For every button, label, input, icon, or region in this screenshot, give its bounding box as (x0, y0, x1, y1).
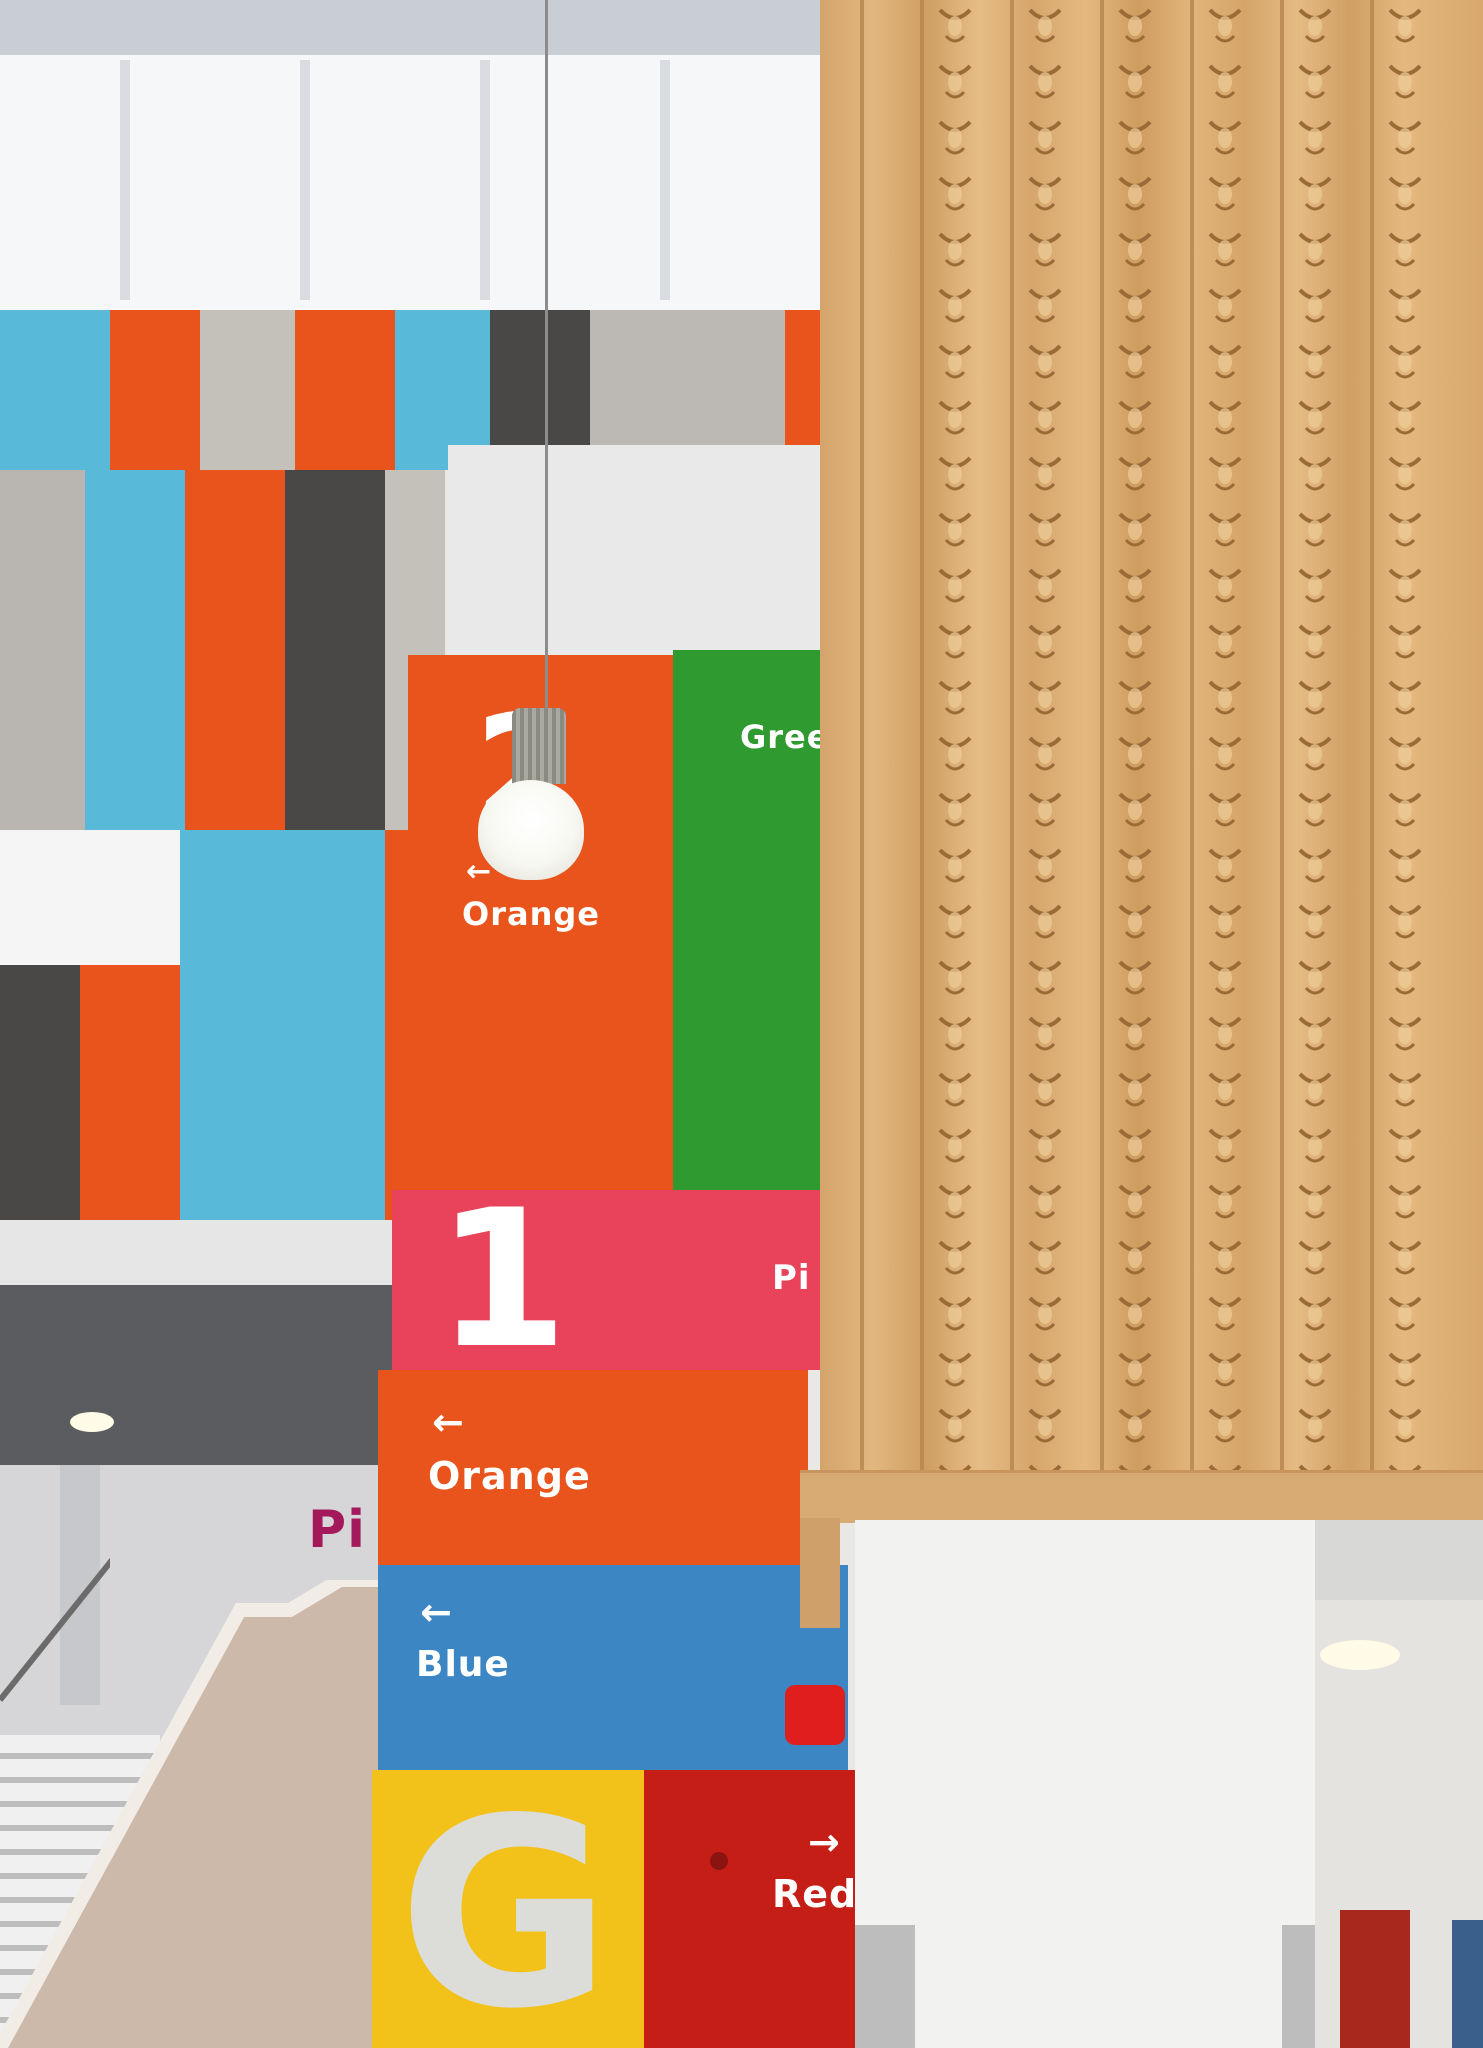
ceiling-light (1320, 1640, 1400, 1670)
pillar-base (1282, 1925, 1315, 2048)
white-pillar (855, 1520, 1315, 2048)
wall-panel (0, 965, 80, 1220)
corridor-door (1340, 1910, 1410, 2048)
floor1-pink-label: Pi (772, 1258, 811, 1298)
wall-sensor (710, 1852, 728, 1870)
wall-panel (295, 310, 395, 470)
window-frame (480, 60, 490, 300)
timber-ledge-return (800, 1518, 840, 1628)
mezzanine-edge (0, 1220, 400, 1285)
corridor-door (1452, 1920, 1483, 2048)
lamp-cable (545, 0, 548, 712)
wall-panel (285, 470, 385, 830)
ceiling-light (70, 1412, 114, 1432)
arrow-left-icon: ← (420, 1590, 452, 1634)
floor1-number: 1 (436, 1169, 569, 1390)
wall-panel (85, 470, 185, 830)
ground-red-label: Red (772, 1872, 858, 1916)
wall-panel (0, 470, 85, 830)
timber-ledge (800, 1470, 1483, 1523)
fire-alarm-bell (785, 1685, 845, 1745)
wall-panel (0, 310, 110, 470)
lamp-housing (512, 708, 566, 784)
window-frame (660, 60, 670, 300)
ceiling-underside (0, 1285, 400, 1465)
roof-structure (0, 0, 830, 55)
stair-balustrade (0, 1580, 400, 2048)
arrow-left-icon: ← (432, 1400, 464, 1444)
corridor-ceiling (1315, 1520, 1483, 1600)
window-frame (300, 60, 310, 300)
atrium-scene: Pi Gree 2 ← Orange 1 Pi ← Orange ← Blue … (0, 0, 1483, 2048)
arrow-right-icon: → (808, 1820, 840, 1864)
floor1-blue-label: Blue (416, 1644, 510, 1685)
wall-panel (80, 965, 180, 1220)
wall-panel (180, 830, 385, 1220)
pillar-base (855, 1925, 915, 2048)
pendant-lamp (478, 780, 584, 880)
window-frame (120, 60, 130, 300)
wall-window (0, 830, 183, 965)
floor2-green-label: Gree (740, 718, 830, 756)
floor2-orange-label: Orange (462, 895, 600, 933)
sign-column-top (448, 445, 820, 655)
wall-panel (185, 470, 285, 830)
side-pink-sign: Pi (308, 1500, 366, 1560)
carved-pattern (920, 0, 1460, 1470)
ground-letter: G (398, 1764, 612, 2048)
wall-panel (110, 310, 200, 470)
wall-panel (200, 310, 295, 470)
floor1-orange-label: Orange (428, 1454, 591, 1498)
